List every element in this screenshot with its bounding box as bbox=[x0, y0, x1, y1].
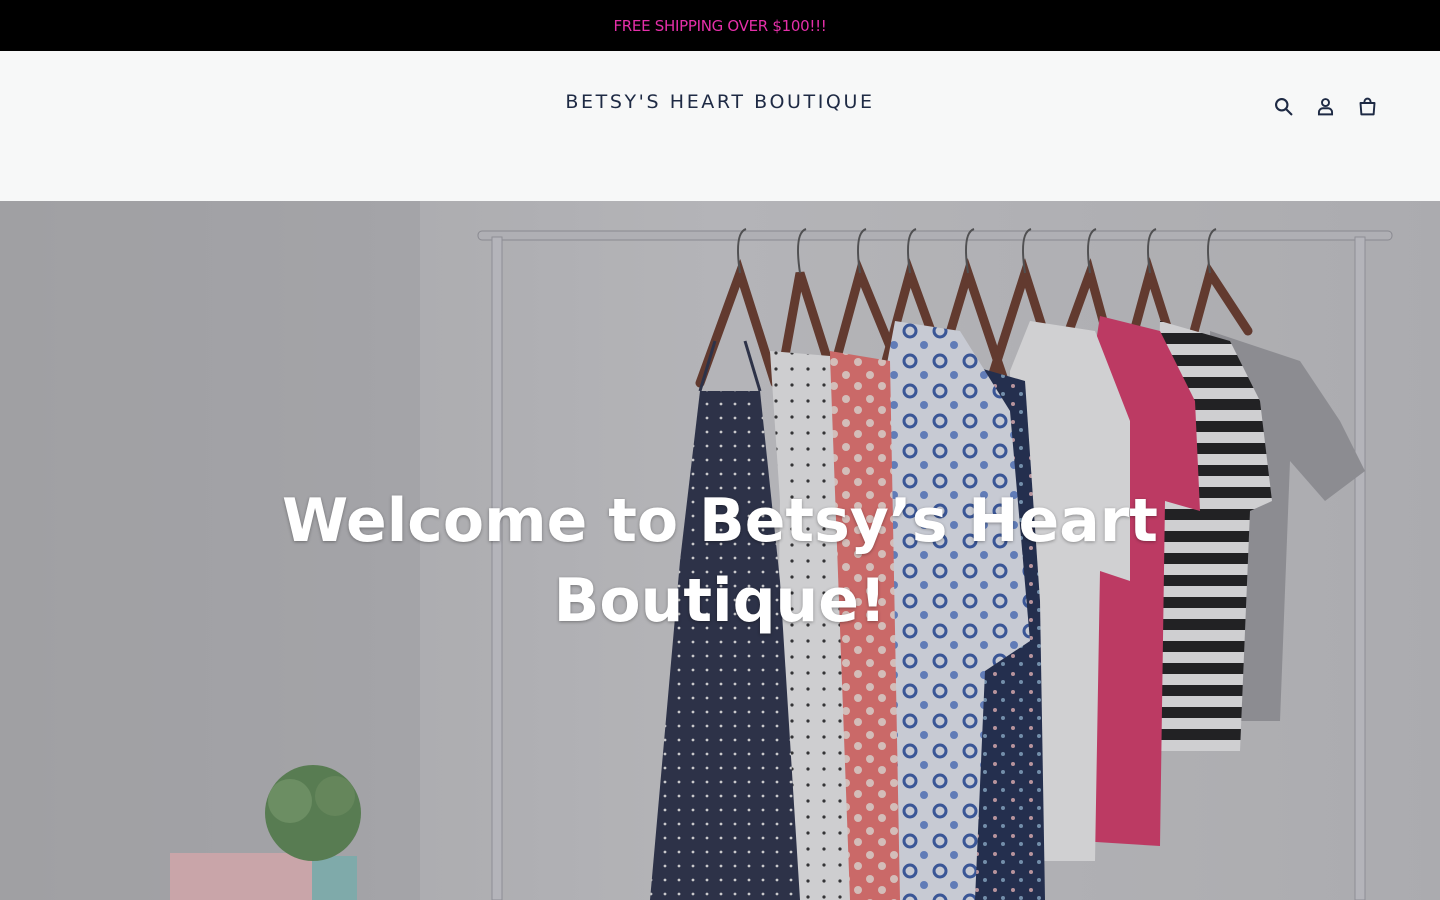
store-logo[interactable]: BETSY'S HEART BOUTIQUE bbox=[0, 91, 1440, 113]
search-button[interactable] bbox=[1272, 94, 1294, 118]
cart-icon bbox=[1359, 97, 1375, 115]
announcement-bar: FREE SHIPPING OVER $100!!! bbox=[0, 0, 1440, 51]
hero-banner: Welcome to Betsy’s Heart Boutique! bbox=[0, 201, 1440, 900]
search-icon bbox=[1274, 97, 1292, 115]
cart-button[interactable] bbox=[1356, 94, 1378, 118]
announcement-link[interactable]: FREE SHIPPING OVER $100!!! bbox=[613, 17, 826, 35]
account-button[interactable] bbox=[1314, 94, 1336, 118]
site-header: BETSY'S HEART BOUTIQUE bbox=[0, 51, 1440, 201]
account-icon bbox=[1317, 97, 1333, 115]
hero-title: Welcome to Betsy’s Heart Boutique! bbox=[282, 486, 1158, 636]
header-icons bbox=[1272, 94, 1378, 118]
